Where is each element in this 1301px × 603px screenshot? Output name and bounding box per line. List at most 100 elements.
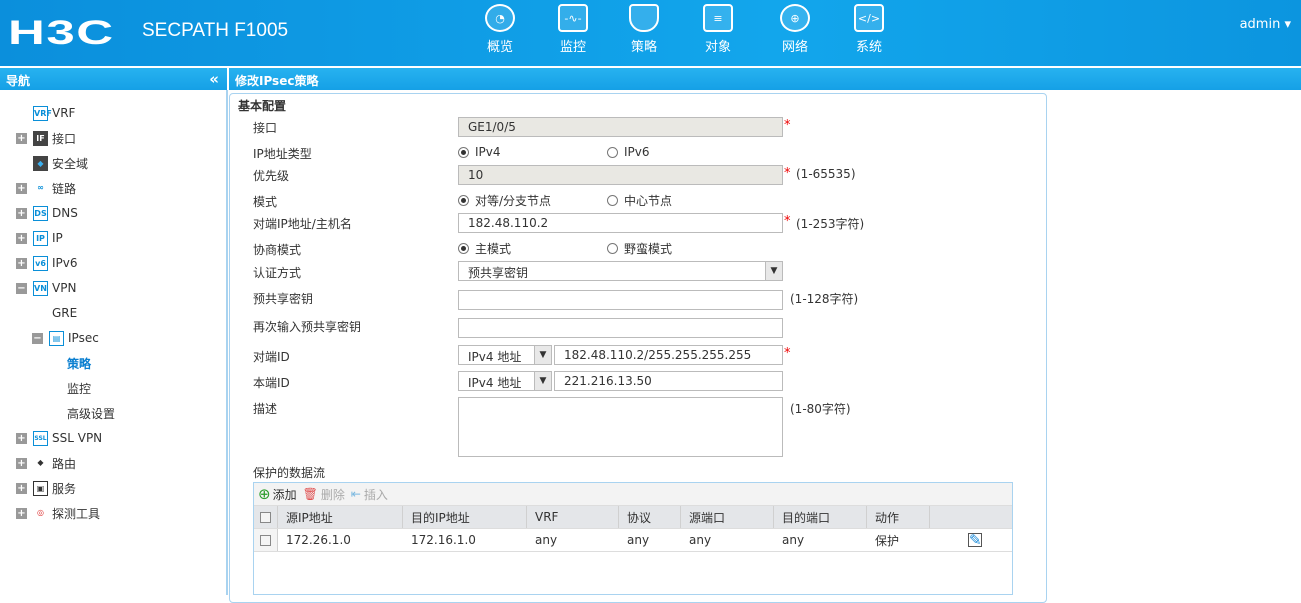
radio-label: 对等/分支节点	[475, 194, 552, 208]
psk-confirm-label: 再次输入预共享密钥	[253, 320, 362, 334]
add-button[interactable]: ⊕ 添加	[258, 485, 297, 503]
col-src-ip[interactable]: 源IP地址	[278, 506, 403, 528]
description-hint: (1-80字符)	[790, 402, 851, 416]
radio-label: IPv6	[624, 145, 650, 159]
col-action[interactable]: 动作	[867, 506, 930, 528]
nav-interface[interactable]: + IF 接口	[16, 128, 76, 148]
radio-ipv6[interactable]: IPv6	[607, 145, 650, 159]
nav-ssl-vpn[interactable]: + SSL SSL VPN	[16, 428, 102, 448]
nav-probe-tools[interactable]: + ◎ 探测工具	[16, 503, 100, 523]
trash-icon: 🗑	[302, 487, 318, 501]
menu-overview[interactable]: ◔ 概览	[470, 4, 530, 55]
ip-type-label: IP地址类型	[253, 147, 312, 161]
peer-id-type-select[interactable]: IPv4 地址 ▼	[458, 345, 552, 365]
expand-icon[interactable]: +	[16, 182, 27, 194]
cell-vrf: any	[535, 533, 558, 547]
expand-icon[interactable]: +	[16, 257, 27, 269]
collapse-icon[interactable]: «	[209, 70, 219, 88]
nav-ipsec-policy[interactable]: 策略	[67, 353, 91, 373]
router-icon: ◆	[37, 457, 44, 467]
radio-ipv4[interactable]: IPv4	[458, 145, 501, 159]
nav-title: 导航	[6, 74, 31, 88]
col-dst-port[interactable]: 目的端口	[774, 506, 867, 528]
col-dst-ip[interactable]: 目的IP地址	[403, 506, 527, 528]
menu-monitor[interactable]: -∿- 监控	[543, 4, 603, 55]
menu-system[interactable]: </> 系统	[839, 4, 899, 55]
nav-security-zone[interactable]: ◆ 安全域	[33, 153, 88, 173]
nav-label: IPv6	[52, 256, 78, 270]
psk-confirm-input[interactable]	[458, 318, 783, 338]
nav-vpn[interactable]: − VN VPN	[16, 278, 76, 298]
nav-ipv6[interactable]: + v6 IPv6	[16, 253, 78, 273]
gauge-icon: ◔	[485, 4, 515, 32]
menu-network[interactable]: ⊕ 网络	[765, 4, 825, 55]
radio-label: 主模式	[475, 242, 512, 256]
peer-id-input[interactable]: 182.48.110.2/255.255.255.255	[554, 345, 783, 365]
nav-ipsec[interactable]: − ▤ IPsec	[32, 328, 99, 348]
top-header: H3C SECPATH F1005 ◔ 概览 -∿- 监控 策略 ≡ 对象 ⊕ 网络 <…	[0, 0, 1301, 66]
expand-icon[interactable]: +	[16, 232, 27, 244]
radio-center[interactable]: 中心节点	[607, 192, 672, 209]
menu-label: 策略	[630, 40, 657, 55]
expand-icon[interactable]: +	[16, 457, 27, 469]
menu-policy[interactable]: 策略	[614, 4, 674, 55]
nav-dns[interactable]: + DS DNS	[16, 203, 78, 223]
priority-label: 优先级	[253, 169, 290, 183]
nav-ipsec-advanced[interactable]: 高级设置	[67, 403, 115, 423]
radio-peer-branch[interactable]: 对等/分支节点	[458, 192, 551, 209]
vrf-icon: VRF	[33, 105, 52, 121]
plus-circle-icon: ⊕	[258, 485, 271, 503]
insert-button[interactable]: ⇤ 插入	[351, 486, 388, 503]
psk-input[interactable]	[458, 290, 783, 310]
expand-icon[interactable]: +	[16, 507, 27, 519]
nav-label: SSL VPN	[52, 431, 103, 445]
flows-table: ⊕ 添加 🗑 删除 ⇤ 插入 源IP地址 目的IP地址 VRF 协议 源端口 目的端口…	[253, 482, 1013, 595]
col-src-port[interactable]: 源端口	[681, 506, 774, 528]
auth-value: 预共享密钥	[468, 266, 529, 280]
edit-icon[interactable]: ✎	[968, 533, 982, 548]
peer-address-input[interactable]: 182.48.110.2	[458, 213, 783, 233]
required-mark: *	[784, 346, 791, 361]
expand-icon[interactable]: +	[16, 432, 27, 444]
nav-routing[interactable]: + ◆ 路由	[16, 453, 76, 473]
nav-label: IP	[52, 231, 63, 245]
radio-aggressive-mode[interactable]: 野蛮模式	[607, 240, 672, 257]
protected-flows-label: 保护的数据流	[253, 466, 326, 480]
auth-select[interactable]: 预共享密钥 ▼	[458, 261, 783, 281]
nav-label: 链路	[52, 181, 77, 196]
col-protocol[interactable]: 协议	[619, 506, 681, 528]
menu-label: 网络	[781, 40, 808, 55]
nav-ip[interactable]: + IP IP	[16, 228, 63, 248]
delete-button[interactable]: 🗑 删除	[303, 486, 345, 503]
security-zone-icon: ◆	[33, 155, 48, 171]
row-checkbox[interactable]	[260, 534, 271, 546]
interface-field: GE1/0/5	[458, 117, 783, 137]
nav-label: VPN	[52, 281, 77, 295]
ip-icon: IP	[33, 230, 48, 246]
col-vrf[interactable]: VRF	[527, 506, 619, 528]
nav-vrf[interactable]: VRF VRF	[33, 103, 75, 123]
link-icon: ∞	[37, 182, 44, 192]
select-all-checkbox[interactable]	[260, 511, 271, 523]
sidebar: VRF VRF + IF 接口 ◆ 安全域 + ∞ 链路 + DS DNS + IP IP + v6 I…	[0, 90, 228, 595]
add-label: 添加	[272, 487, 297, 502]
menu-object[interactable]: ≡ 对象	[688, 4, 748, 55]
description-textarea[interactable]	[458, 397, 783, 457]
nav-link[interactable]: + ∞ 链路	[16, 178, 76, 198]
nav-gre[interactable]: GRE	[52, 303, 77, 323]
table-toolbar: ⊕ 添加 🗑 删除 ⇤ 插入	[254, 483, 1012, 506]
local-id-type-select[interactable]: IPv4 地址 ▼	[458, 371, 552, 391]
nav-services[interactable]: + ▣ 服务	[16, 478, 76, 498]
expand-icon[interactable]: +	[16, 207, 27, 219]
nav-label: 探测工具	[52, 506, 101, 521]
expand-icon[interactable]: +	[16, 482, 27, 494]
user-menu[interactable]: admin ▾	[1240, 17, 1291, 32]
collapse-tree-icon[interactable]: −	[32, 332, 43, 344]
expand-icon[interactable]: +	[16, 132, 27, 144]
nav-ipsec-monitor[interactable]: 监控	[67, 378, 91, 398]
collapse-tree-icon[interactable]: −	[16, 282, 27, 294]
nav-label: VRF	[52, 106, 76, 120]
local-id-input[interactable]: 221.216.13.50	[554, 371, 783, 391]
radio-main-mode[interactable]: 主模式	[458, 240, 511, 257]
select-all-cell	[254, 506, 278, 528]
